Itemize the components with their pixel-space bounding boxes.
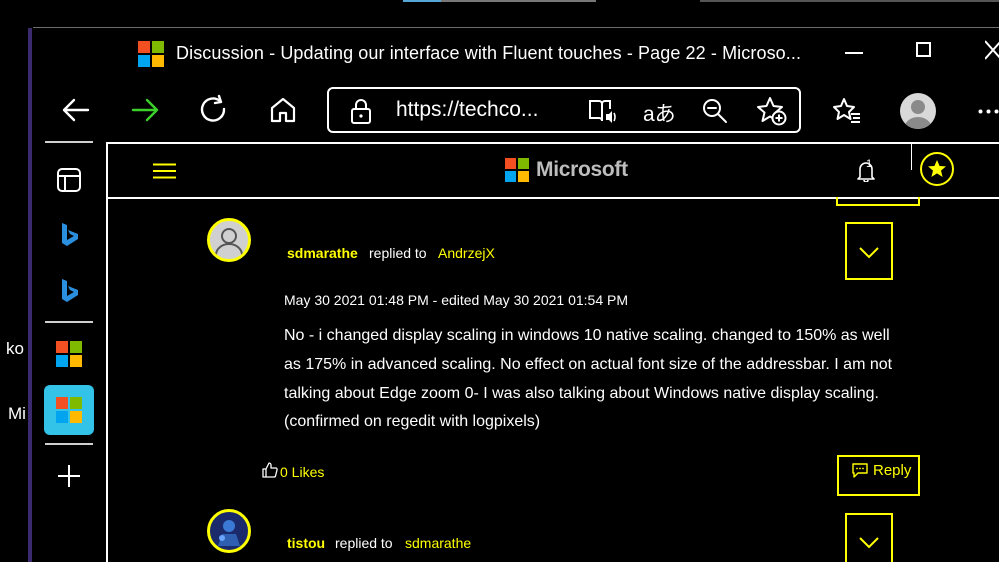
microsoft-logo-icon[interactable] [505,158,529,182]
replied-label: replied to [335,535,393,551]
favorites-icon[interactable] [832,97,862,125]
tab-actions-icon[interactable] [55,166,83,194]
post-author[interactable]: tistou [287,535,325,551]
thumbs-up-icon[interactable] [262,462,278,478]
window-top-border [33,27,999,28]
notification-count: 1 [866,158,873,170]
add-favorite-icon[interactable] [756,96,788,126]
background-window-edge [403,0,441,2]
sidebar-separator [45,321,93,323]
post-options-button[interactable] [845,513,893,562]
maximize-button[interactable] [916,42,931,57]
post-author[interactable]: sdmarathe [287,245,358,261]
user-profile-badge[interactable] [920,152,954,186]
more-icon[interactable] [978,109,999,114]
hamburger-menu-icon[interactable] [153,163,176,179]
background-window-edge [700,0,999,2]
microsoft-icon[interactable] [55,340,83,368]
add-icon[interactable] [55,462,83,490]
replied-label: replied to [369,245,427,261]
background-window-edge [441,0,596,2]
sidebar-separator [45,141,93,143]
brand-name[interactable]: Microsoft [536,158,628,182]
microsoft-icon[interactable] [55,396,83,424]
replied-to-user[interactable]: sdmarathe [405,535,471,551]
header-separator [911,142,912,170]
sidebar-separator [45,443,93,445]
window-title: Discussion - Updating our interface with… [176,43,802,63]
reply-label[interactable]: Reply [873,462,911,479]
post-body: No - i changed display scaling in window… [284,327,893,431]
profile-icon[interactable] [900,93,936,129]
bing-icon[interactable] [55,221,83,249]
previous-reply-button[interactable] [836,197,920,206]
avatar[interactable] [207,218,251,262]
back-icon[interactable] [60,94,92,126]
bing-icon[interactable] [55,277,83,305]
lock-icon[interactable] [350,98,372,124]
read-aloud-icon[interactable]: aあ [643,98,676,128]
reply-icon [852,463,868,478]
microsoft-logo-icon [138,41,164,67]
forward-icon[interactable] [129,94,161,126]
refresh-icon[interactable] [198,94,230,126]
home-icon[interactable] [267,94,299,126]
url-text[interactable]: https://techco... [396,98,538,122]
post-date: May 30 2021 01:48 PM - edited May 30 202… [284,292,628,308]
post-options-button[interactable] [845,222,893,280]
window-border [28,28,32,562]
replied-to-user[interactable]: AndrzejX [438,245,495,261]
close-button[interactable] [985,40,999,60]
likes-count[interactable]: 0 Likes [280,464,324,480]
background-window-text: Mi [8,404,26,423]
zoom-out-icon[interactable] [702,98,728,124]
background-window-text: ko [6,339,24,358]
avatar[interactable] [207,509,251,553]
minimize-button[interactable] [845,52,863,54]
immersive-reader-icon[interactable] [588,97,618,125]
